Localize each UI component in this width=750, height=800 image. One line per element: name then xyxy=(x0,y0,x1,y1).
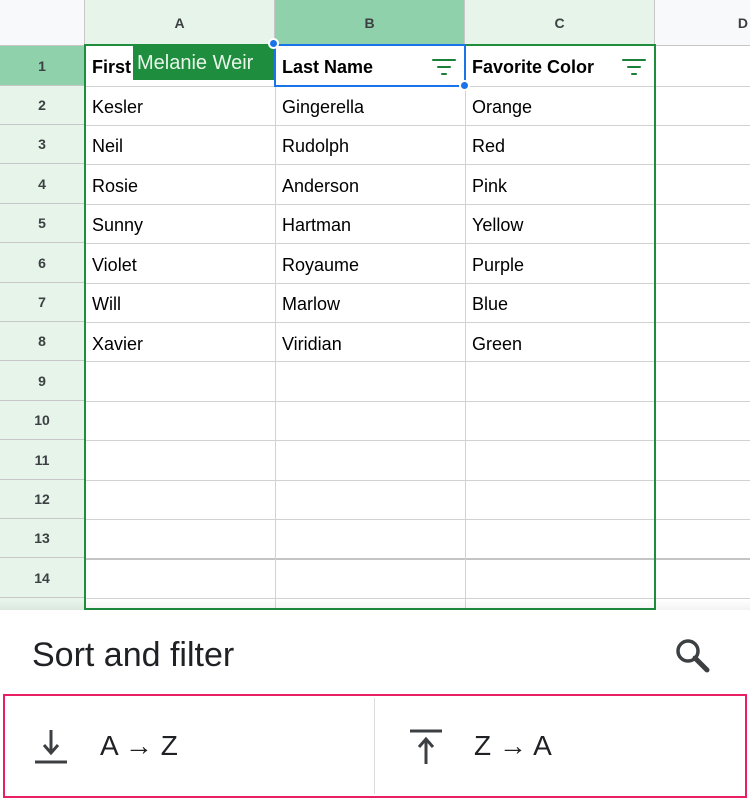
sort-ascending-icon xyxy=(35,730,67,764)
cell-b6[interactable]: Royaume xyxy=(276,246,464,285)
sheet-title: Sort and filter xyxy=(32,636,235,674)
cell-c3[interactable]: Red xyxy=(466,127,654,166)
row-header-13[interactable]: 13 xyxy=(0,519,85,558)
row-header-4[interactable]: 4 xyxy=(0,164,85,204)
row-header-8[interactable]: 8 xyxy=(0,322,85,361)
cell-a6[interactable]: Violet xyxy=(86,246,274,285)
column-header-a[interactable]: A xyxy=(85,0,275,46)
cell-c4[interactable]: Pink xyxy=(466,167,654,206)
row-header-3[interactable]: 3 xyxy=(0,125,85,164)
row-header-6[interactable]: 6 xyxy=(0,243,85,283)
cell-c2[interactable]: Orange xyxy=(466,88,654,127)
row-header-9[interactable]: 9 xyxy=(0,361,85,401)
cell-b7[interactable]: Marlow xyxy=(276,285,464,324)
column-header-d[interactable]: D xyxy=(655,0,750,46)
cell-c8[interactable]: Green xyxy=(466,325,654,364)
cell-a8[interactable]: Xavier xyxy=(86,325,274,364)
row-header-7[interactable]: 7 xyxy=(0,283,85,322)
cell-a4[interactable]: Rosie xyxy=(86,167,274,206)
selection-handle-top[interactable] xyxy=(268,38,279,49)
cell-b1[interactable]: Last Name xyxy=(276,48,426,87)
cell-b2[interactable]: Gingerella xyxy=(276,88,464,127)
row-header-2[interactable]: 2 xyxy=(0,86,85,125)
cell-b5[interactable]: Hartman xyxy=(276,206,464,245)
row-header-10[interactable]: 10 xyxy=(0,401,85,440)
sort-descending-icon xyxy=(410,729,442,764)
collaborator-name-tag: Melanie Weir xyxy=(133,46,274,80)
cell-b8[interactable]: Viridian xyxy=(276,325,464,364)
cell-c7[interactable]: Blue xyxy=(466,285,654,324)
cell-b4[interactable]: Anderson xyxy=(276,167,464,206)
cell-c5[interactable]: Yellow xyxy=(466,206,654,245)
sort-z-to-a-button[interactable] xyxy=(376,696,745,796)
cell-a7[interactable]: Will xyxy=(86,285,274,324)
filter-icon[interactable] xyxy=(432,59,456,77)
sort-z-to-a-label: Z → A xyxy=(474,730,552,761)
row-header-11[interactable]: 11 xyxy=(0,440,85,480)
row-header-5[interactable]: 5 xyxy=(0,204,85,243)
cell-a3[interactable]: Neil xyxy=(86,127,274,166)
cell-c1[interactable]: Favorite Color xyxy=(466,48,616,87)
row-header-14[interactable]: 14 xyxy=(0,558,85,598)
cell-c6[interactable]: Purple xyxy=(466,246,654,285)
select-all-corner[interactable] xyxy=(0,0,85,46)
column-header-c[interactable]: C xyxy=(465,0,655,46)
cell-a2[interactable]: Kesler xyxy=(86,88,274,127)
sort-divider xyxy=(374,698,375,794)
cell-a5[interactable]: Sunny xyxy=(86,206,274,245)
sort-a-to-z-button[interactable] xyxy=(5,696,374,796)
row-header-1[interactable]: 1 xyxy=(0,46,85,86)
filter-icon[interactable] xyxy=(622,59,646,77)
cell-b3[interactable]: Rudolph xyxy=(276,127,464,166)
search-icon[interactable] xyxy=(672,636,716,676)
column-header-b[interactable]: B xyxy=(275,0,465,46)
sort-a-to-z-label: A → Z xyxy=(100,730,178,761)
column-header-row: A B C D xyxy=(0,0,750,46)
selection-handle-bottom[interactable] xyxy=(459,80,470,91)
row-header-12[interactable]: 12 xyxy=(0,480,85,519)
